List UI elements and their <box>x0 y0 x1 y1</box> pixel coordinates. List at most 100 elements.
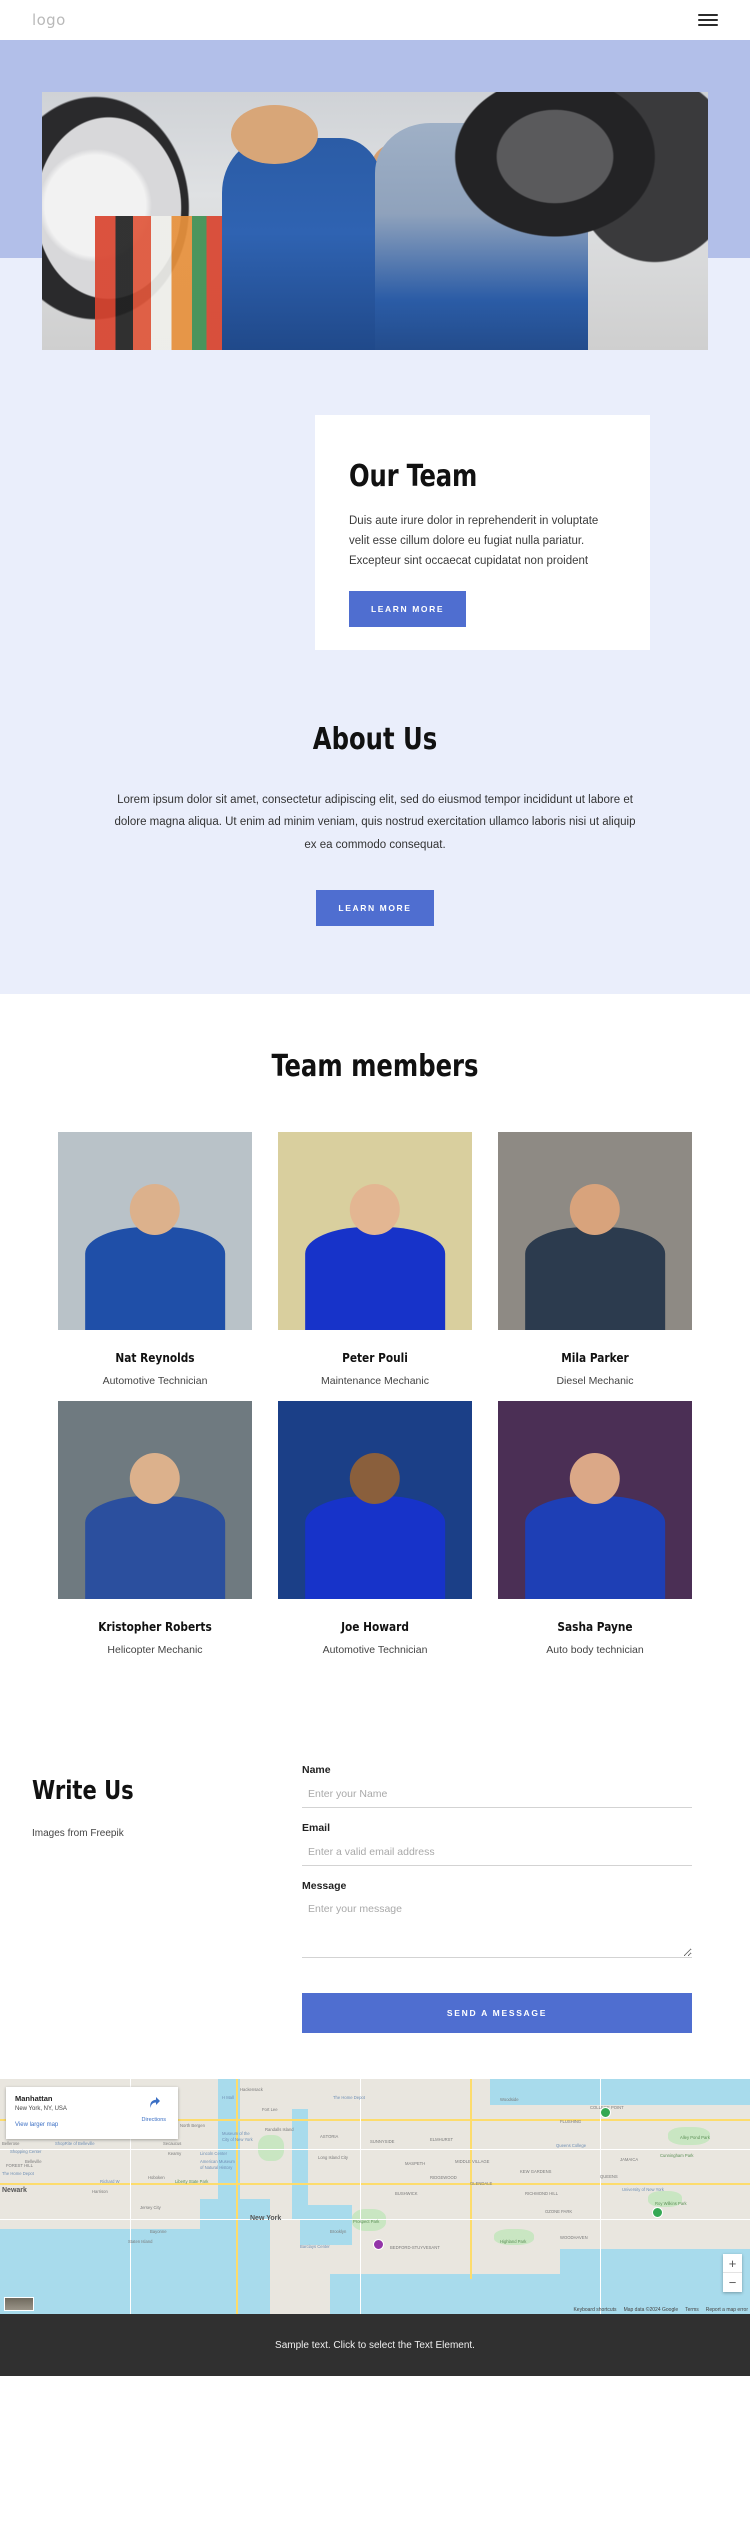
team-member-photo <box>58 1401 252 1600</box>
landing-page: logo Our Team Duis aute irure dolor in r… <box>0 0 750 2377</box>
team-member-name: Joe Howard <box>341 1619 409 1635</box>
map-place-label: Cunningham Park <box>660 2153 694 2159</box>
team-member-role: Automotive Technician <box>102 1375 208 1388</box>
map-info-card: Manhattan New York, NY, USA View larger … <box>6 2087 178 2140</box>
footer-sample-text[interactable]: Sample text. Click to select the Text El… <box>275 2340 475 2351</box>
map-place-label: Prospect Park <box>353 2219 380 2225</box>
map-place-label: Barclays Center <box>300 2244 330 2250</box>
map-marker[interactable] <box>652 2207 663 2219</box>
message-textarea[interactable] <box>302 1900 692 1959</box>
map-place-label: University of New York <box>622 2187 664 2193</box>
map-place-label: Fort Lee <box>262 2107 278 2113</box>
hero-title: Our Team <box>349 459 478 494</box>
map-directions-button[interactable]: Directions <box>142 2096 166 2123</box>
map-place-label: RIDGEWOOD <box>430 2175 457 2181</box>
hero-image-toolrack <box>95 215 242 350</box>
team-member-name: Peter Pouli <box>342 1350 408 1366</box>
team-member-card: Kristopher Roberts Helicopter Mechanic <box>58 1401 252 1656</box>
map-place-label: Bellerose <box>2 2141 20 2147</box>
map-place-label: Hoboken <box>148 2175 165 2181</box>
team-member-card: Joe Howard Automotive Technician <box>278 1401 472 1656</box>
field-label-name: Name <box>302 1764 331 1777</box>
contact-form: Name Email Message Send a message <box>302 1754 692 2034</box>
hero-learn-more-button[interactable]: Learn more <box>349 591 467 628</box>
map-place-label: Long Island City <box>318 2155 349 2161</box>
map-attribution-item[interactable]: Terms <box>685 2307 699 2313</box>
hero-image-mechanic-left <box>221 104 382 350</box>
map-marker[interactable] <box>373 2239 384 2251</box>
site-logo[interactable]: logo <box>32 11 66 29</box>
team-member-name: Mila Parker <box>561 1350 629 1366</box>
email-input[interactable] <box>302 1843 692 1867</box>
map-place-label: Kearny <box>168 2151 182 2157</box>
map-place-label: H Mall <box>222 2095 234 2101</box>
map-place-label: The Home Depot <box>333 2095 365 2101</box>
hero-section: Our Team Duis aute irure dolor in repreh… <box>0 40 750 660</box>
map-place-label: OZONE PARK <box>545 2209 573 2215</box>
map-place-label: Hackensack <box>240 2087 263 2093</box>
map-street-view-thumbnail[interactable] <box>4 2297 34 2312</box>
team-member-card: Mila Parker Diesel Mechanic <box>498 1132 692 1387</box>
team-grid: Nat Reynolds Automotive Technician Peter P… <box>0 1084 750 1656</box>
name-input[interactable] <box>302 1785 692 1809</box>
hero-image-mechanics <box>42 92 708 350</box>
image-credit-text: Images from Freepik <box>32 1828 124 1840</box>
map-place-label: ASTORIA <box>320 2134 339 2140</box>
map-place-label: ELMHURST <box>430 2137 454 2143</box>
team-member-name: Sasha Payne <box>557 1619 633 1635</box>
team-member-role: Maintenance Mechanic <box>321 1375 429 1388</box>
team-member-card: Sasha Payne Auto body technician <box>498 1401 692 1656</box>
about-section: About Us Lorem ipsum dolor sit amet, con… <box>0 660 750 995</box>
form-field: Message <box>302 1880 692 1963</box>
map-place-label: Newark <box>2 2187 27 2195</box>
map-place-label: Jersey City <box>140 2205 161 2211</box>
map-place-label: North Bergen <box>180 2123 205 2129</box>
map-water-lower-bay <box>330 2274 570 2315</box>
map-place-label: BUSHWICK <box>395 2191 418 2197</box>
team-member-photo <box>498 1401 692 1600</box>
team-title: Team members <box>271 1049 479 1085</box>
hamburger-menu-icon[interactable] <box>698 11 718 29</box>
form-field: Email <box>302 1822 692 1867</box>
map-place-label: Liberty State Park <box>175 2179 209 2185</box>
map-place-label: Lincoln Center <box>200 2151 228 2157</box>
field-label-message: Message <box>302 1880 347 1893</box>
about-learn-more-button[interactable]: Learn more <box>316 890 434 927</box>
map-place-label: MIDDLE VILLAGE <box>455 2159 490 2165</box>
map-place-label: FOREST HILL <box>6 2163 33 2169</box>
team-member-role: Diesel Mechanic <box>556 1375 634 1388</box>
map-place-label: KEW GARDENS <box>520 2169 552 2175</box>
map-park-central <box>258 2135 284 2162</box>
map-place-label: Queens College <box>556 2143 587 2149</box>
map-highway-vertical-2 <box>470 2079 472 2280</box>
photo-figure-body <box>305 1496 445 1600</box>
team-member-name: Nat Reynolds <box>115 1350 195 1366</box>
map-place-label: Woodside <box>500 2097 519 2103</box>
map-place-label: Alley Pond Park <box>680 2135 710 2141</box>
map-place-label: Harrison <box>92 2189 108 2195</box>
team-section: Team members Nat Reynolds Automotive Tech… <box>0 994 750 1697</box>
team-member-card: Peter Pouli Maintenance Mechanic <box>278 1132 472 1387</box>
map-water-bay <box>300 2205 352 2246</box>
site-header: logo <box>0 0 750 40</box>
map-marker[interactable] <box>600 2107 611 2119</box>
map-place-label: WOODHAVEN <box>560 2235 588 2241</box>
map-attribution-item[interactable]: Keyboard shortcuts <box>573 2307 616 2313</box>
hero-paragraph: Duis aute irure dolor in reprehenderit i… <box>349 515 599 568</box>
photo-figure-body <box>525 1227 665 1331</box>
map-place-label: Staten Island <box>128 2239 153 2245</box>
team-member-photo <box>498 1132 692 1331</box>
team-member-photo <box>58 1132 252 1331</box>
map-place-label: New York <box>250 2215 282 2223</box>
map-attribution-item[interactable]: Map data ©2024 Google <box>624 2307 679 2313</box>
team-member-card: Nat Reynolds Automotive Technician <box>58 1132 252 1387</box>
map-zoom-in-button[interactable]: + <box>723 2254 742 2274</box>
map-place-label: ShopRite of Belleville <box>55 2141 95 2147</box>
map-zoom-controls[interactable]: + − <box>723 2254 742 2293</box>
map-attribution-item[interactable]: Report a map error <box>706 2307 748 2313</box>
map-section[interactable]: RutherfordH MallThe Home DepotWoodsideSh… <box>0 2079 750 2315</box>
photo-figure-body <box>305 1227 445 1331</box>
map-zoom-out-button[interactable]: − <box>723 2273 742 2292</box>
send-message-button[interactable]: Send a message <box>302 1993 692 2034</box>
map-place-label: Richard W <box>100 2179 120 2185</box>
